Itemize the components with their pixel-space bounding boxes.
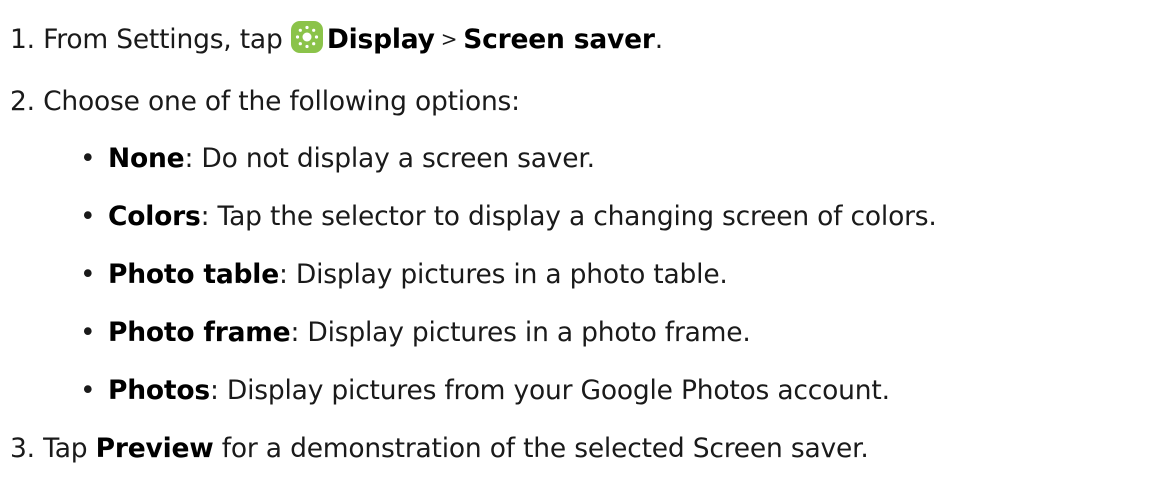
option-desc: : Tap the selector to display a changing… bbox=[200, 201, 937, 232]
bullet: • bbox=[80, 375, 96, 406]
step-1: 1. From Settings, tap Display > Screen sav… bbox=[10, 21, 663, 57]
step-2: 2. Choose one of the following options: bbox=[10, 85, 520, 119]
instructions-document: 1. From Settings, tap Display > Screen sav… bbox=[0, 0, 1170, 487]
bullet: • bbox=[80, 201, 96, 232]
option-desc: : Display pictures in a photo table. bbox=[278, 259, 728, 290]
option-none: • None: Do not display a screen saver. bbox=[80, 142, 595, 176]
option-term: None bbox=[108, 143, 185, 174]
display-brightness-icon bbox=[290, 21, 323, 53]
step-text: Tap bbox=[43, 433, 88, 464]
option-photos: • Photos: Display pictures from your Goog… bbox=[80, 374, 890, 408]
option-term: Colors bbox=[108, 201, 201, 232]
option-term: Photo frame bbox=[108, 317, 291, 348]
option-desc: : Display pictures in a photo frame. bbox=[290, 317, 751, 348]
step-text: From Settings, tap bbox=[43, 24, 283, 55]
option-photo-frame: • Photo frame: Display pictures in a phot… bbox=[80, 316, 751, 350]
display-menu-label: Display bbox=[326, 24, 435, 55]
step-end-punct: . bbox=[654, 24, 663, 55]
step-text-rest: for a demonstration of the selected Scre… bbox=[221, 433, 869, 464]
screen-saver-menu-label: Screen saver bbox=[463, 24, 655, 55]
option-desc: : Do not display a screen saver. bbox=[184, 143, 595, 174]
preview-label: Preview bbox=[95, 433, 214, 464]
option-term: Photo table bbox=[108, 259, 279, 290]
step-3: 3. Tap Preview for a demonstration of th… bbox=[10, 432, 869, 466]
bullet: • bbox=[80, 143, 96, 174]
path-separator: > bbox=[440, 27, 458, 51]
step-number: 2. bbox=[10, 86, 35, 117]
bullet: • bbox=[80, 259, 96, 290]
step-text: Choose one of the following options: bbox=[43, 86, 520, 117]
step-number: 3. bbox=[10, 433, 35, 464]
option-term: Photos bbox=[108, 375, 210, 406]
step-number: 1. bbox=[10, 24, 35, 55]
bullet: • bbox=[80, 317, 96, 348]
option-desc: : Display pictures from your Google Phot… bbox=[209, 375, 890, 406]
option-colors: • Colors: Tap the selector to display a c… bbox=[80, 200, 937, 234]
option-photo-table: • Photo table: Display pictures in a phot… bbox=[80, 258, 728, 292]
